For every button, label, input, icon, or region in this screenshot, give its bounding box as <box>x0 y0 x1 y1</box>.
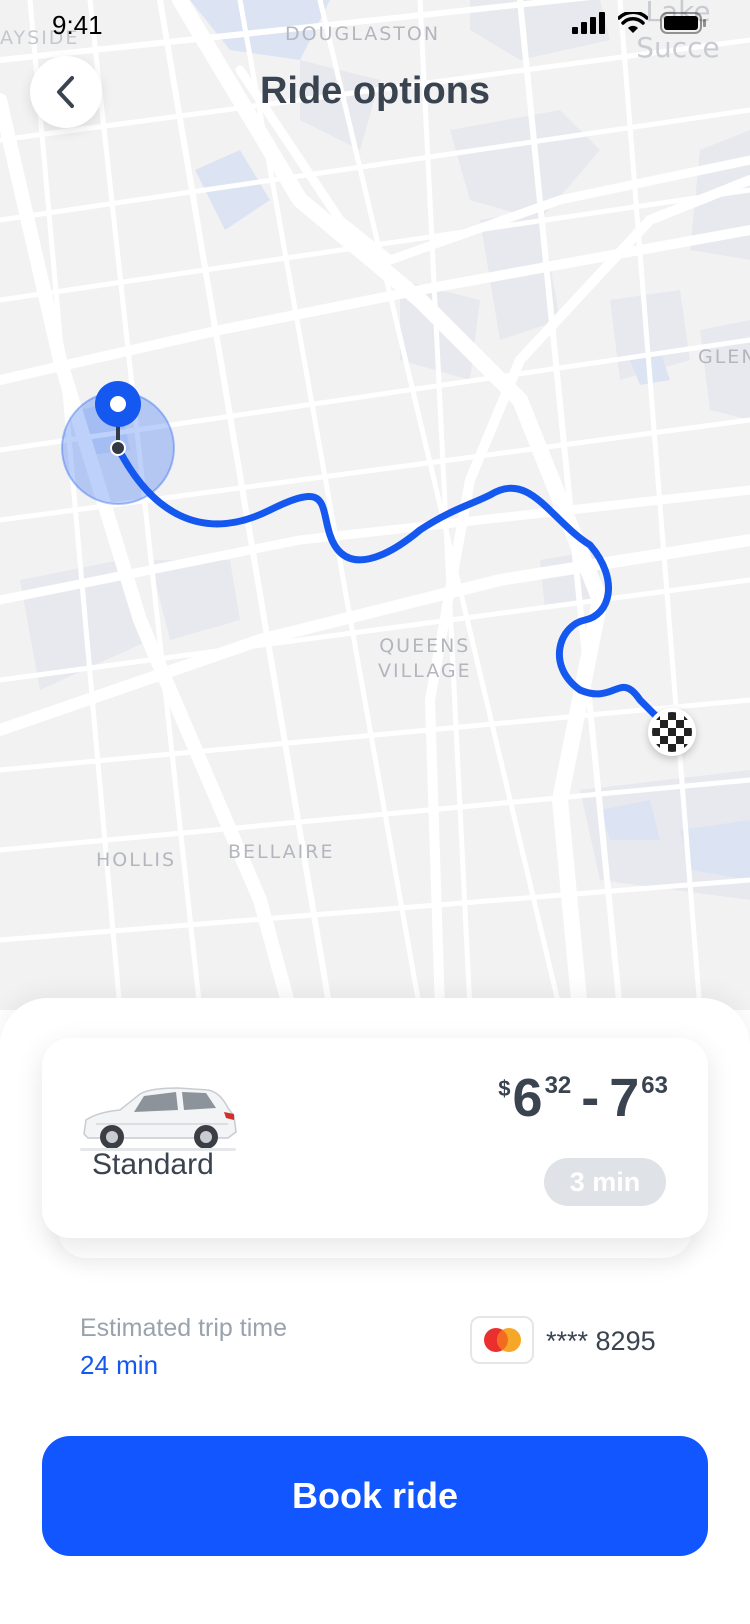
wifi-icon <box>618 12 648 33</box>
ride-option-name: Standard <box>92 1148 214 1181</box>
trip-time-value: 24 min <box>80 1350 159 1380</box>
price-currency: $ <box>498 1076 511 1101</box>
price-separator: - <box>581 1068 600 1128</box>
battery-icon <box>660 12 706 34</box>
ride-option-card[interactable]: Standard $ 6 32 - 7 63 3 min <box>42 1038 708 1238</box>
status-icons <box>572 12 706 34</box>
page-title: Ride options <box>259 70 491 112</box>
trip-time-label: Estimated trip time <box>80 1314 288 1342</box>
book-ride-button[interactable]: Book ride <box>42 1436 708 1556</box>
price-high-whole: 7 <box>609 1068 640 1128</box>
destination-flag-icon <box>648 708 696 756</box>
route-overlay <box>61 381 696 756</box>
price-low-cents: 32 <box>544 1072 572 1099</box>
route-line <box>114 444 674 734</box>
price-range: $ 6 32 - 7 63 <box>498 1068 668 1128</box>
price-low-whole: 6 <box>512 1068 543 1128</box>
map-view[interactable]: DOUGLASTON AYSIDE Lake Succe GLEN QUEENS… <box>0 0 750 1010</box>
cellular-signal-icon <box>572 12 605 34</box>
price-high-cents: 63 <box>641 1072 668 1099</box>
car-icon <box>80 1087 237 1151</box>
status-time: 9:41 <box>52 10 103 40</box>
eta-badge: 3 min <box>544 1158 666 1206</box>
card-number[interactable]: **** 8295 <box>546 1326 656 1357</box>
mastercard-icon <box>484 1328 521 1352</box>
status-bar: 9:41 <box>0 0 750 50</box>
payment-method-button[interactable] <box>470 1316 534 1364</box>
